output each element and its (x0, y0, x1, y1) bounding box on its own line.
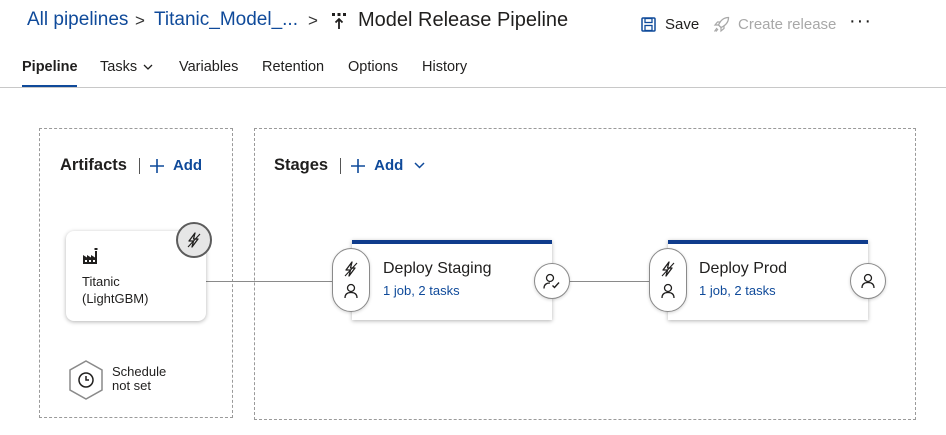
divider (340, 157, 342, 174)
continuous-deployment-trigger-button[interactable] (176, 222, 212, 258)
person-icon (344, 283, 358, 299)
artifact-name-line2: (LightGBM) (82, 291, 149, 306)
add-stage-label: Add (374, 157, 404, 174)
stages-header: Stages Add (274, 156, 425, 175)
artifact-name-line1: Titanic (82, 274, 120, 289)
post-deployment-conditions-button[interactable] (850, 263, 886, 299)
tab-history[interactable]: History (422, 59, 467, 75)
chevron-down-icon (143, 64, 153, 70)
pre-deployment-conditions-button[interactable] (649, 248, 687, 312)
divider (138, 157, 140, 174)
stage-name: Deploy Prod (699, 260, 788, 277)
lightning-icon (344, 261, 358, 277)
lightning-icon (187, 232, 201, 248)
person-icon (661, 283, 675, 299)
stage-job-summary[interactable]: 1 job, 2 tasks (383, 283, 460, 298)
breadcrumb-project[interactable]: Titanic_Model_... (154, 9, 298, 31)
plus-icon (351, 158, 366, 173)
breadcrumb-all-pipelines[interactable]: All pipelines (27, 9, 128, 31)
create-release-label: Create release (738, 15, 837, 33)
schedule-status[interactable]: Schedule not set (112, 365, 166, 393)
more-actions-button[interactable]: ··· (849, 11, 872, 31)
tab-options[interactable]: Options (348, 59, 398, 75)
tab-bar: Pipeline Tasks Variables Retention Optio… (0, 52, 946, 88)
tab-retention[interactable]: Retention (262, 59, 324, 75)
person-icon (861, 273, 875, 289)
active-tab-indicator (22, 85, 77, 87)
lightning-icon (661, 261, 675, 277)
stage-job-summary[interactable]: 1 job, 2 tasks (699, 283, 776, 298)
save-label: Save (665, 15, 700, 33)
tab-variables[interactable]: Variables (179, 59, 238, 75)
page-title: Model Release Pipeline (358, 9, 569, 31)
tab-pipeline[interactable]: Pipeline (22, 59, 78, 75)
stage-name: Deploy Staging (383, 260, 492, 277)
stage-card-deploy-prod[interactable]: Deploy Prod 1 job, 2 tasks (668, 240, 868, 320)
add-artifact-label: Add (172, 157, 203, 174)
pre-deployment-conditions-button[interactable] (332, 248, 370, 312)
stage-card-deploy-staging[interactable]: Deploy Staging 1 job, 2 tasks (352, 240, 552, 320)
tab-tasks-label: Tasks (100, 59, 138, 75)
rocket-icon (713, 16, 730, 32)
add-artifact-button[interactable]: Add (149, 157, 203, 174)
artifact-name: Titanic (LightGBM) (82, 273, 148, 307)
post-deployment-conditions-button[interactable] (534, 263, 570, 299)
breadcrumb-separator: > (308, 11, 318, 30)
plus-icon (149, 158, 164, 173)
stages-heading: Stages (274, 156, 329, 174)
person-check-icon (543, 273, 560, 289)
schedule-icon[interactable] (68, 360, 104, 400)
stage-connector (569, 281, 653, 282)
chevron-down-icon (414, 162, 425, 169)
breadcrumb-separator: > (135, 11, 145, 30)
tab-tasks[interactable]: Tasks (100, 59, 153, 75)
header: All pipelines > Titanic_Model_... > Mode… (0, 0, 946, 46)
artifacts-header: Artifacts Add (60, 156, 202, 175)
save-icon (641, 16, 656, 32)
save-button[interactable]: Save (641, 14, 699, 34)
build-icon (83, 248, 98, 264)
artifacts-heading: Artifacts (60, 156, 127, 174)
create-release-button[interactable]: Create release (713, 14, 836, 34)
release-pipeline-icon (332, 13, 346, 29)
add-stage-button[interactable]: Add (351, 157, 425, 174)
schedule-line2: not set (112, 378, 152, 393)
schedule-line1: Schedule (112, 364, 167, 379)
